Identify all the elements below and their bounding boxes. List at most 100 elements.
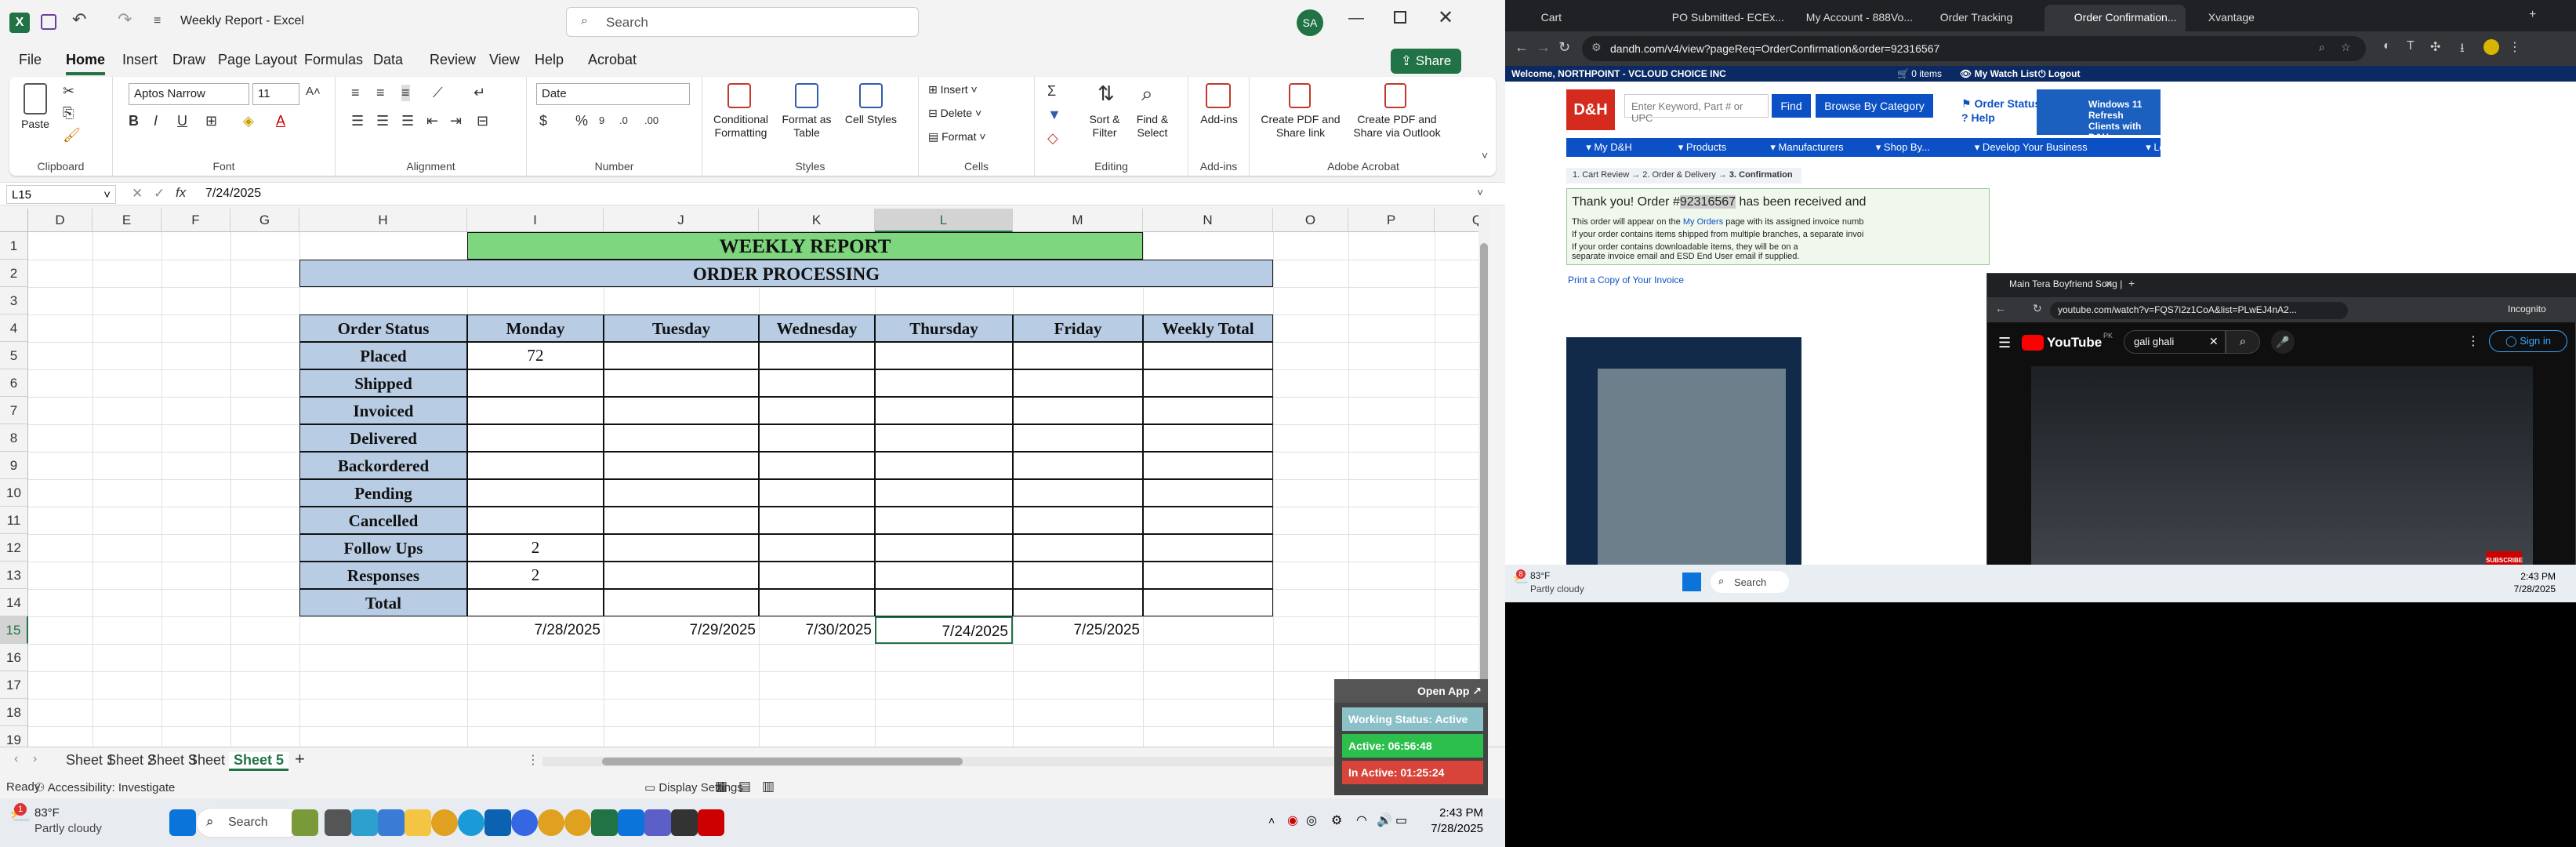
subscribe-overlay[interactable]: SUBSCRIBE bbox=[2486, 551, 2523, 565]
fill-color-icon[interactable]: ◈ bbox=[243, 113, 254, 129]
sheet-tab-5[interactable]: Sheet 5 bbox=[229, 752, 289, 771]
nav-item-2[interactable]: ▾ Products bbox=[1678, 141, 1726, 154]
align-right-icon[interactable]: ☰ bbox=[401, 113, 414, 129]
format-button[interactable]: ▤ Format ˅ bbox=[928, 130, 986, 144]
nav-item-1[interactable]: ▾ My D&H bbox=[1586, 141, 1632, 154]
pdf-link-icon[interactable] bbox=[1289, 83, 1311, 108]
table-cell[interactable] bbox=[467, 369, 604, 397]
spreadsheet-grid[interactable]: D E F G H I J K L M N O P Q 1 2 3 4 5 6 7 8 9 10 11 12 13 14 15 16 17 1… bbox=[0, 209, 1489, 747]
paste-icon[interactable] bbox=[24, 83, 47, 115]
zoom-icon[interactable] bbox=[511, 809, 538, 836]
date-cell[interactable]: 7/30/2025 bbox=[759, 616, 875, 644]
table-cell[interactable] bbox=[875, 397, 1013, 424]
nav-item-4[interactable]: ▾ Shop By... bbox=[1876, 141, 1930, 154]
formula-input[interactable]: 7/24/2025 bbox=[205, 187, 261, 201]
table-cell[interactable] bbox=[759, 452, 875, 479]
bookmark-icon[interactable]: ☆ bbox=[2341, 41, 2351, 54]
align-top-icon[interactable]: ≡ bbox=[351, 85, 360, 101]
pdf-outlook-icon[interactable] bbox=[1384, 83, 1406, 108]
ribbon-tab-draw[interactable]: Draw bbox=[172, 52, 205, 75]
table-cell[interactable] bbox=[875, 424, 1013, 452]
table-cell[interactable] bbox=[759, 589, 875, 616]
column-header-j[interactable]: J bbox=[604, 209, 759, 232]
ribbon-tab-page-layout[interactable]: Page Layout bbox=[218, 52, 297, 75]
reload-icon[interactable]: ↻ bbox=[1558, 39, 1570, 56]
start-icon[interactable] bbox=[1682, 573, 1701, 591]
table-cell[interactable] bbox=[1013, 534, 1143, 562]
fill-icon[interactable]: ▼ bbox=[1047, 107, 1061, 123]
cart-link[interactable]: 🛒 0 items bbox=[1897, 68, 1942, 79]
table-cell[interactable] bbox=[1143, 507, 1273, 534]
column-header-o[interactable]: O bbox=[1273, 209, 1348, 232]
row-header-8[interactable]: 8 bbox=[0, 424, 28, 452]
table-cell[interactable] bbox=[1013, 479, 1143, 507]
cancel-entry-icon[interactable]: ✕ bbox=[132, 186, 143, 202]
copy-icon[interactable]: ⎘ bbox=[63, 105, 74, 122]
column-header-n[interactable]: N bbox=[1143, 209, 1273, 232]
table-cell[interactable] bbox=[875, 479, 1013, 507]
table-cell[interactable] bbox=[467, 424, 604, 452]
row-header-1[interactable]: 1 bbox=[0, 232, 28, 260]
table-cell[interactable] bbox=[1143, 562, 1273, 589]
yt-search-icon[interactable]: ⌕ bbox=[2226, 330, 2260, 354]
fx-icon[interactable]: fx bbox=[176, 185, 186, 201]
yt-back-icon[interactable]: ← bbox=[1995, 302, 2006, 314]
profile-icon[interactable] bbox=[2483, 39, 2499, 55]
yt-new-tab-icon[interactable]: + bbox=[2128, 277, 2135, 289]
open-app-button[interactable]: Open App ↗ bbox=[1334, 679, 1488, 703]
minimize-icon[interactable]: — bbox=[1348, 9, 1364, 27]
table-cell[interactable] bbox=[875, 342, 1013, 369]
ribbon-tab-file[interactable]: File bbox=[19, 52, 42, 75]
align-middle-icon[interactable]: ≡ bbox=[376, 85, 385, 101]
widget-app-icon[interactable] bbox=[292, 809, 318, 836]
tray-chevron-icon[interactable]: ˄ bbox=[1268, 814, 1275, 827]
table-cell[interactable] bbox=[1013, 452, 1143, 479]
dh-logo[interactable]: D&H bbox=[1566, 89, 1615, 130]
cell-placed-monday[interactable]: 72 bbox=[467, 342, 604, 369]
font-size-select[interactable]: 11 bbox=[252, 83, 299, 105]
row-header-14[interactable]: 14 bbox=[0, 589, 28, 616]
cell-responses-monday[interactable]: 2 bbox=[467, 562, 604, 589]
taskview-icon[interactable] bbox=[325, 809, 351, 836]
help-link[interactable]: ? Help bbox=[1961, 111, 1995, 124]
redo-icon[interactable]: ↷ bbox=[118, 9, 132, 30]
ribbon-tab-data[interactable]: Data bbox=[373, 52, 403, 75]
prev-sheet-icon[interactable]: ‹ bbox=[14, 752, 18, 766]
table-cell[interactable] bbox=[1143, 424, 1273, 452]
youtube-logo-icon[interactable] bbox=[2022, 335, 2044, 351]
yt-reload-icon[interactable]: ↻ bbox=[2033, 302, 2042, 315]
app-icon-3[interactable] bbox=[618, 809, 644, 836]
table-cell[interactable] bbox=[467, 507, 604, 534]
table-cell[interactable] bbox=[759, 369, 875, 397]
name-box[interactable]: L15 ˅ bbox=[6, 185, 116, 204]
wifi-icon[interactable]: ◠ bbox=[1356, 812, 1367, 828]
underline-icon[interactable]: U bbox=[177, 113, 187, 129]
table-cell[interactable] bbox=[875, 534, 1013, 562]
wrap-text-icon[interactable]: ↵ bbox=[473, 85, 485, 101]
row-header-15[interactable]: 15 bbox=[0, 616, 28, 644]
app-icon-2[interactable] bbox=[378, 809, 405, 836]
addins-icon[interactable] bbox=[1206, 83, 1231, 108]
align-center-icon[interactable]: ☰ bbox=[376, 113, 389, 129]
decrease-decimal-icon[interactable]: .00 bbox=[644, 115, 659, 126]
ribbon-tab-help[interactable]: Help bbox=[535, 52, 564, 75]
addins-button[interactable]: Add-ins bbox=[1192, 113, 1246, 126]
table-cell[interactable] bbox=[1013, 342, 1143, 369]
yt-tab-title[interactable]: Main Tera Boyfriend Song | bbox=[2009, 278, 2166, 289]
row-header-2[interactable]: 2 bbox=[0, 260, 28, 287]
table-cell[interactable] bbox=[1143, 589, 1273, 616]
row-header-12[interactable]: 12 bbox=[0, 534, 28, 562]
share-button[interactable]: ⇪ Share bbox=[1391, 49, 1461, 74]
align-left-icon[interactable]: ☰ bbox=[351, 113, 364, 129]
nav-item-6[interactable]: ▾ Learning & Training bbox=[2146, 141, 2242, 154]
zoom-icon[interactable]: ⌕ bbox=[2319, 41, 2325, 54]
taskbar-search[interactable]: ⌕ Search bbox=[196, 808, 303, 838]
column-header-d[interactable]: D bbox=[28, 209, 93, 232]
next-sheet-icon[interactable]: › bbox=[33, 752, 37, 766]
mic-icon[interactable]: 🎤 bbox=[2271, 330, 2295, 354]
comma-icon[interactable]: 9 bbox=[599, 115, 604, 126]
table-cell[interactable] bbox=[604, 452, 759, 479]
italic-icon[interactable]: I bbox=[154, 113, 158, 129]
table-cell[interactable] bbox=[759, 507, 875, 534]
table-cell[interactable] bbox=[875, 369, 1013, 397]
